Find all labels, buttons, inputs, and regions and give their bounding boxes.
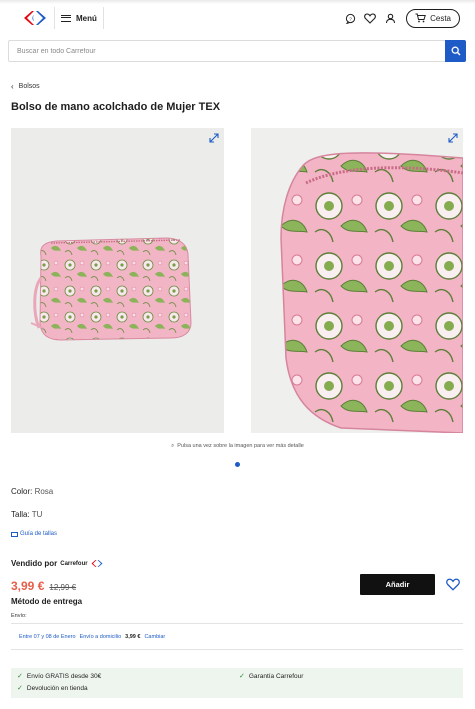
price-row: 3,99 € 12,99 € bbox=[11, 579, 76, 593]
chat-help-icon[interactable]: ? bbox=[340, 8, 360, 28]
page-title: Bolso de mano acolchado de Mujer TEX bbox=[11, 101, 221, 113]
delivery-method-title: Método de entrega bbox=[11, 597, 83, 606]
heart-icon[interactable] bbox=[360, 8, 380, 28]
hamburger-icon bbox=[61, 14, 71, 22]
product-image-2[interactable] bbox=[251, 128, 463, 433]
size-attribute: Talla: TU bbox=[11, 510, 42, 519]
size-value: TU bbox=[31, 510, 43, 519]
user-icon[interactable] bbox=[380, 8, 400, 28]
delivery-cost: 3,99 € bbox=[125, 633, 141, 640]
benefit-guarantee: ✓ Garantía Carrefour bbox=[239, 672, 304, 681]
seller-info: Vendido por Carrefour bbox=[11, 559, 104, 568]
magnifier-icon: ⌕ bbox=[171, 443, 175, 449]
check-icon: ✓ bbox=[239, 673, 245, 680]
menu-button[interactable]: Menú bbox=[54, 7, 104, 29]
carousel-dot-active[interactable] bbox=[235, 462, 240, 467]
menu-label: Menú bbox=[76, 13, 97, 23]
color-attribute: Color: Rosa bbox=[11, 487, 53, 496]
delivery-option: Entre 07 y 08 de Enero Envío a domicilio… bbox=[11, 623, 463, 650]
seller-name: Carrefour bbox=[60, 560, 88, 567]
breadcrumb[interactable]: ‹ Bolsos bbox=[11, 82, 40, 91]
ruler-icon bbox=[11, 531, 18, 537]
delivery-mode: Envío a domicilio bbox=[79, 633, 122, 640]
search-icon bbox=[451, 46, 460, 56]
search-input[interactable] bbox=[9, 41, 445, 61]
color-value: Rosa bbox=[34, 487, 54, 496]
benefits-box: ✓ Envío GRATIS desde 30€ ✓ Devolución en… bbox=[11, 668, 463, 698]
cart-icon bbox=[415, 13, 426, 23]
svg-text:?: ? bbox=[349, 16, 352, 21]
benefit-returns: ✓ Devolución en tienda bbox=[17, 684, 88, 693]
size-label: Talla: bbox=[11, 510, 30, 519]
carrefour-logo-small bbox=[91, 560, 103, 567]
check-icon: ✓ bbox=[17, 685, 23, 692]
top-header: Menú ? Cesta bbox=[0, 0, 475, 36]
favorite-heart-icon[interactable] bbox=[446, 578, 460, 591]
search-button[interactable] bbox=[445, 40, 466, 62]
expand-icon[interactable] bbox=[209, 133, 219, 143]
chevron-left-icon: ‹ bbox=[11, 82, 14, 91]
change-delivery-link[interactable]: Cambiar bbox=[144, 634, 165, 640]
cart-label: Cesta bbox=[430, 13, 451, 23]
color-label: Color: bbox=[11, 487, 33, 496]
search-bar bbox=[8, 40, 466, 62]
current-price: 3,99 € bbox=[11, 579, 45, 593]
benefit-free-shipping: ✓ Envío GRATIS desde 30€ bbox=[17, 672, 102, 681]
envio-label: Envío: bbox=[11, 613, 27, 619]
cart-button[interactable]: Cesta bbox=[406, 8, 460, 28]
image-hint: ⌕ Pulsa una vez sobre la imagen para ver … bbox=[171, 443, 304, 449]
size-guide-link[interactable]: Guía de tallas bbox=[11, 531, 57, 537]
old-price: 12,99 € bbox=[49, 583, 77, 592]
add-to-cart-button[interactable]: Añadir bbox=[360, 574, 435, 595]
breadcrumb-label: Bolsos bbox=[18, 83, 40, 90]
delivery-date: Entre 07 y 08 de Enero bbox=[19, 633, 76, 640]
check-icon: ✓ bbox=[17, 673, 23, 680]
expand-icon[interactable] bbox=[448, 133, 458, 143]
sold-by-label: Vendido por bbox=[11, 559, 58, 568]
carrefour-logo[interactable] bbox=[22, 9, 48, 27]
product-image-1[interactable] bbox=[11, 128, 224, 433]
header-actions: ? Cesta bbox=[340, 8, 460, 28]
